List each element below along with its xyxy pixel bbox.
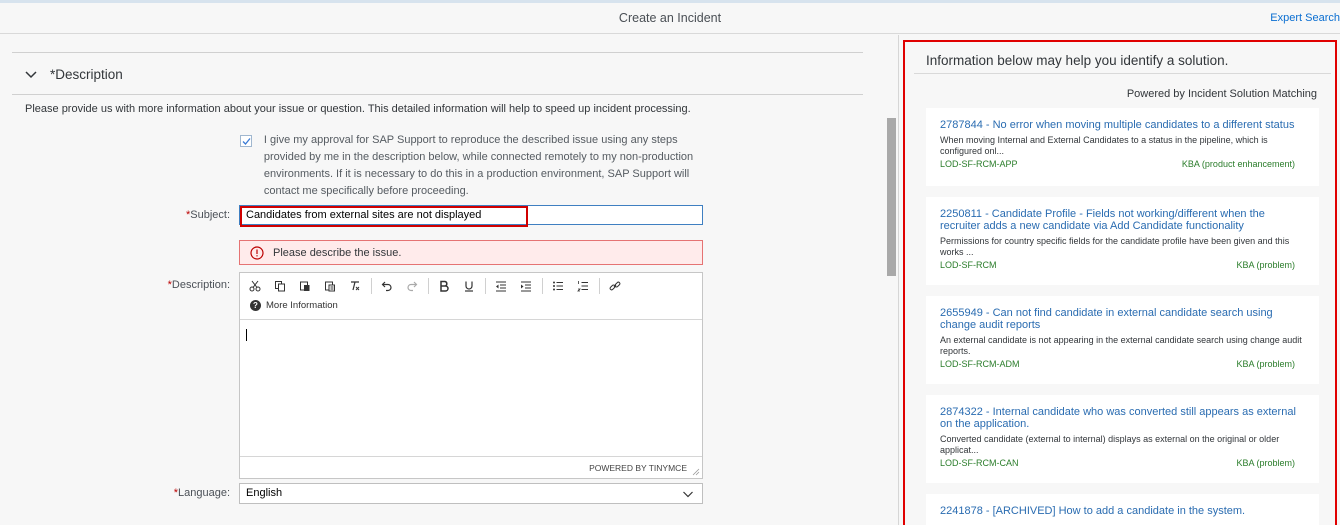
underline-icon[interactable] — [460, 277, 478, 295]
chevron-down-icon[interactable] — [24, 68, 38, 82]
solutions-divider — [914, 73, 1331, 74]
solution-type: KBA (product enhancement) — [1181, 159, 1295, 169]
description-label-text: Description: — [171, 279, 230, 291]
solution-title-link[interactable]: 2787844 - No error when moving multiple … — [940, 119, 1305, 131]
cut-icon[interactable] — [246, 277, 264, 295]
description-intro: Please provide us with more information … — [25, 103, 691, 115]
expert-search-link[interactable]: Expert Search — [1270, 12, 1340, 24]
redo-icon[interactable] — [403, 277, 421, 295]
solution-description: An external candidate is not appearing i… — [940, 335, 1302, 356]
solution-card: 2250811 - Candidate Profile - Fields not… — [926, 197, 1319, 285]
subject-highlight-box — [240, 206, 528, 227]
solution-component: LOD-SF-RCM-APP — [940, 159, 1018, 169]
solution-title-link[interactable]: 2874322 - Internal candidate who was con… — [940, 406, 1305, 430]
subject-label: *Subject: — [0, 209, 230, 221]
toolbar-separator — [371, 278, 372, 294]
paste-icon[interactable] — [296, 277, 314, 295]
indent-icon[interactable] — [517, 277, 535, 295]
subject-label-text: Subject: — [190, 209, 230, 221]
clear-format-icon[interactable] — [346, 277, 364, 295]
solution-type: KBA (problem) — [1236, 458, 1295, 468]
description-text-area[interactable] — [240, 321, 702, 456]
solutions-title: Information below may help you identify … — [926, 53, 1229, 68]
checkmark-icon — [242, 138, 251, 145]
solution-type: KBA (problem) — [1236, 260, 1295, 270]
solution-description: When moving Internal and External Candid… — [940, 135, 1268, 156]
editor-statusbar: POWERED BY TINYMCE — [240, 456, 702, 478]
solution-title-link[interactable]: 2655949 - Can not find candidate in exte… — [940, 307, 1305, 331]
resize-handle-icon[interactable] — [692, 468, 700, 476]
outdent-icon[interactable] — [492, 277, 510, 295]
solution-matching-panel: Information below may help you identify … — [903, 40, 1337, 525]
undo-icon[interactable] — [378, 277, 396, 295]
error-message-strip: Please describe the issue. — [239, 240, 703, 265]
more-information-button[interactable]: ? More Information — [250, 300, 338, 311]
help-icon: ? — [250, 300, 261, 311]
solution-title-link[interactable]: 2241878 - [ARCHIVED] How to add a candid… — [940, 505, 1305, 517]
more-information-label: More Information — [266, 300, 338, 311]
language-select[interactable]: English — [239, 483, 703, 504]
text-cursor — [246, 329, 247, 341]
chevron-down-icon — [683, 491, 693, 498]
language-value: English — [246, 487, 283, 499]
pane-divider — [898, 35, 899, 525]
toolbar-separator — [428, 278, 429, 294]
solution-component: LOD-SF-RCM — [940, 260, 997, 270]
paste-text-icon[interactable] — [321, 277, 339, 295]
page-title: Create an Incident — [618, 11, 722, 25]
bullet-list-icon[interactable] — [549, 277, 567, 295]
toolbar-separator — [542, 278, 543, 294]
toolbar-separator — [599, 278, 600, 294]
solutions-powered-by: Powered by Incident Solution Matching — [1126, 88, 1317, 100]
approval-checkbox-row: I give my approval for SAP Support to re… — [240, 132, 700, 200]
solution-component: LOD-SF-RCM-CAN — [940, 458, 1019, 468]
solution-title-link[interactable]: 2250811 - Candidate Profile - Fields not… — [940, 208, 1305, 232]
numbered-list-icon[interactable] — [574, 277, 592, 295]
bold-icon[interactable] — [435, 277, 453, 295]
solution-component: LOD-SF-RCM-ADM — [940, 359, 1020, 369]
copy-icon[interactable] — [271, 277, 289, 295]
error-text: Please describe the issue. — [273, 246, 402, 259]
solution-card: 2787844 - No error when moving multiple … — [926, 108, 1319, 186]
section-divider — [12, 52, 863, 53]
description-heading: *Description — [50, 67, 123, 82]
solution-card: 2655949 - Can not find candidate in exte… — [926, 296, 1319, 384]
description-label: *Description: — [0, 279, 230, 291]
solution-card: 2241878 - [ARCHIVED] How to add a candid… — [926, 494, 1319, 525]
solution-type: KBA (problem) — [1236, 359, 1295, 369]
form-scrollbar-thumb[interactable] — [887, 118, 896, 276]
section-divider — [12, 94, 863, 95]
language-label-text: Language: — [178, 487, 230, 499]
page-header: Create an Incident Expert Search — [0, 3, 1340, 34]
solution-description: Permissions for country specific fields … — [940, 236, 1290, 257]
description-editor: ? More Information POWERED BY TINYMCE — [239, 272, 703, 479]
editor-toolbar: ? More Information — [240, 273, 702, 320]
link-icon[interactable] — [606, 277, 624, 295]
approval-checkbox[interactable] — [240, 135, 252, 147]
tinymce-branding[interactable]: POWERED BY TINYMCE — [589, 463, 687, 473]
description-section-header[interactable]: *Description — [24, 67, 123, 82]
toolbar-separator — [485, 278, 486, 294]
language-label: *Language: — [0, 487, 230, 499]
approval-text: I give my approval for SAP Support to re… — [263, 134, 694, 197]
error-icon — [250, 245, 264, 260]
solution-description: Converted candidate (external to interna… — [940, 434, 1280, 455]
solution-card: 2874322 - Internal candidate who was con… — [926, 395, 1319, 483]
